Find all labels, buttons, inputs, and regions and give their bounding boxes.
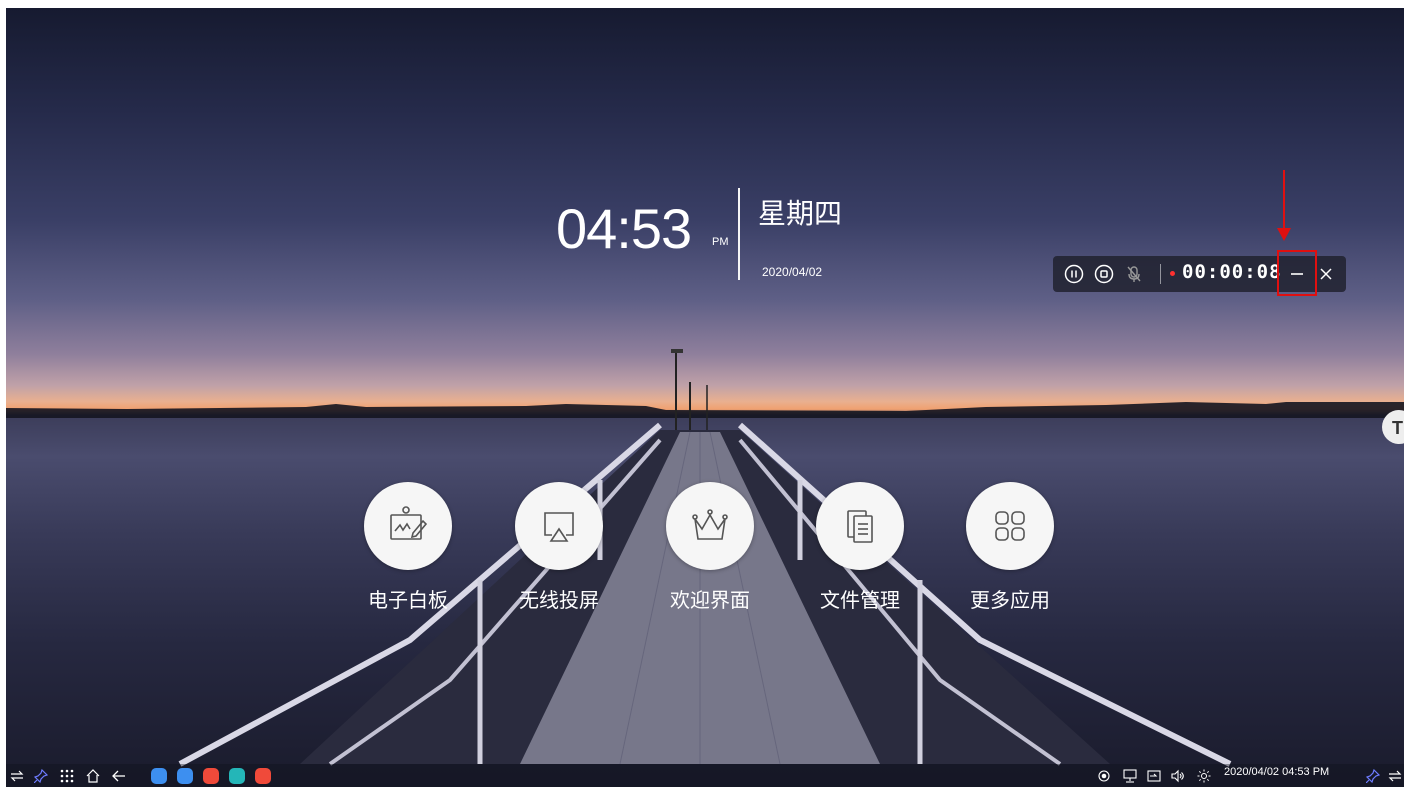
browser-app-icon[interactable] xyxy=(202,764,220,787)
volume-icon[interactable] xyxy=(1170,764,1186,787)
notes-app-icon[interactable] xyxy=(228,764,246,787)
recording-dot xyxy=(1170,271,1175,276)
home-icon[interactable] xyxy=(84,764,102,787)
taskbar xyxy=(6,764,1404,787)
whiteboard-icon xyxy=(364,482,452,570)
apps-grid-icon[interactable] xyxy=(58,764,76,787)
close-icon[interactable] xyxy=(1316,264,1336,284)
record-indicator-icon[interactable] xyxy=(1096,764,1112,787)
pin-icon[interactable] xyxy=(1364,764,1382,787)
app-label: 电子白板 xyxy=(368,588,448,612)
input-source-icon[interactable] xyxy=(1146,764,1162,787)
cast-app-icon[interactable] xyxy=(176,764,194,787)
app-more[interactable]: 更多应用 xyxy=(965,482,1055,613)
recorder-separator xyxy=(1160,264,1161,284)
brightness-icon[interactable] xyxy=(1196,764,1212,787)
crown-icon xyxy=(666,482,754,570)
taskbar-datetime: 2020/04/02 04:53 PM xyxy=(1224,766,1330,778)
clock-weekday: 星期四 xyxy=(758,197,843,230)
pause-icon[interactable] xyxy=(1064,264,1084,284)
display-icon[interactable] xyxy=(1122,764,1138,787)
annotation-highlight-box xyxy=(1277,250,1317,296)
microphone-muted-icon[interactable] xyxy=(1124,264,1144,284)
swap-icon[interactable] xyxy=(1386,764,1404,787)
recording-timer: 00:00:08 xyxy=(1182,261,1282,283)
app-file-manager[interactable]: 文件管理 xyxy=(815,482,905,613)
svg-text:T: T xyxy=(1392,418,1403,438)
screen-cast-icon xyxy=(515,482,603,570)
clock-time: 04:53 xyxy=(556,197,692,260)
app-welcome[interactable]: 欢迎界面 xyxy=(665,482,755,613)
clock-divider xyxy=(738,188,740,280)
app-wireless-cast[interactable]: 无线投屏 xyxy=(514,482,604,613)
file-manager-icon xyxy=(816,482,904,570)
side-toolbar-handle[interactable]: T xyxy=(1382,410,1410,444)
toolbox-app-icon[interactable] xyxy=(254,764,272,787)
more-apps-icon xyxy=(966,482,1054,570)
app-label: 无线投屏 xyxy=(519,588,599,612)
desktop-screen: 04:53 PM 星期四 2020/04/02 电子白板 无线投屏 欢迎界面 文… xyxy=(0,0,1410,787)
pin-icon[interactable] xyxy=(32,764,50,787)
home-clock: 04:53 PM xyxy=(556,196,729,261)
app-whiteboard[interactable]: 电子白板 xyxy=(363,482,453,613)
annotation-arrow-head xyxy=(1277,228,1291,241)
app-label: 欢迎界面 xyxy=(670,588,750,612)
swap-icon[interactable] xyxy=(8,764,26,787)
clock-ampm: PM xyxy=(712,236,729,248)
stop-icon[interactable] xyxy=(1094,264,1114,284)
pier-scenery xyxy=(178,349,1232,767)
text-tool-icon: T xyxy=(1392,418,1403,438)
back-icon[interactable] xyxy=(110,764,128,787)
settings-app-icon[interactable] xyxy=(150,764,168,787)
app-label: 文件管理 xyxy=(820,588,900,612)
annotation-arrow xyxy=(1283,170,1285,230)
clock-date: 2020/04/02 xyxy=(762,265,823,279)
app-label: 更多应用 xyxy=(970,588,1050,612)
